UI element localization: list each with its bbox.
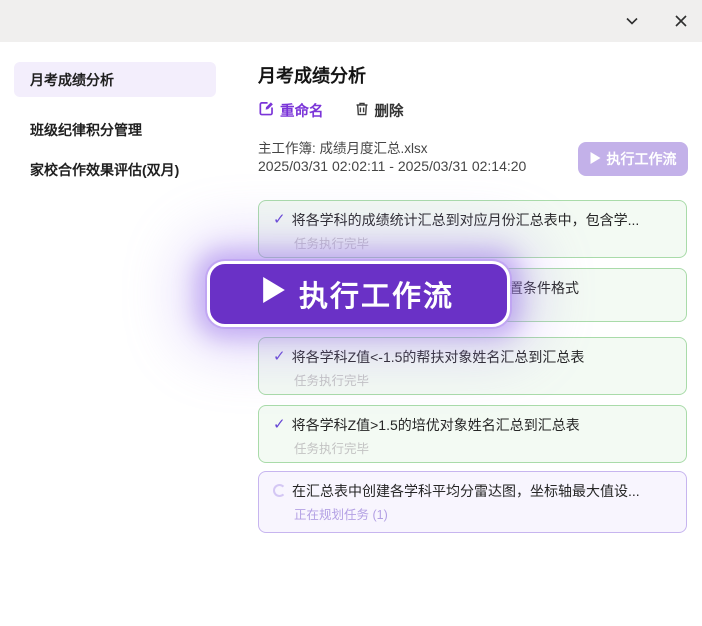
task-status: 任务执行完毕	[294, 233, 672, 252]
run-workflow-overlay-button[interactable]: 执行工作流	[207, 261, 510, 327]
sidebar-item-class-discipline-points[interactable]: 班级纪律积分管理	[14, 112, 216, 147]
rename-button[interactable]: 重命名	[258, 100, 324, 121]
task-label: 将各学科Z值<-1.5的帮扶对象姓名汇总到汇总表	[292, 348, 585, 367]
main-workbook-label: 主工作簿: 成绩月度汇总.xlsx	[258, 137, 428, 157]
task-card-4[interactable]: ✓ 将各学科Z值>1.5的培优对象姓名汇总到汇总表 任务执行完毕	[258, 405, 687, 463]
play-icon	[590, 151, 601, 167]
task-label: 在汇总表中创建各学科平均分雷达图，坐标轴最大值设...	[292, 482, 640, 501]
delete-label: 删除	[375, 100, 404, 121]
task-status: 正在规划任务 (1)	[294, 504, 672, 523]
sidebar-item-label: 月考成绩分析	[30, 70, 114, 90]
titlebar	[0, 0, 702, 42]
rename-label: 重命名	[280, 100, 324, 121]
check-icon: ✓	[273, 348, 286, 366]
close-icon	[673, 13, 689, 32]
edit-icon	[258, 100, 275, 121]
run-workflow-label: 执行工作流	[607, 149, 677, 169]
sidebar-item-home-school-evaluation[interactable]: 家校合作效果评估(双月)	[14, 152, 216, 187]
time-range-label: 2025/03/31 02:02:11 - 2025/03/31 02:14:2…	[258, 158, 526, 174]
run-workflow-button[interactable]: 执行工作流	[578, 142, 688, 176]
action-bar: 重命名 删除	[258, 100, 404, 121]
close-button[interactable]	[668, 9, 694, 35]
play-icon	[263, 277, 285, 311]
run-workflow-overlay-label: 执行工作流	[299, 273, 454, 315]
task-status: 任务执行完毕	[294, 438, 672, 457]
sidebar-item-monthly-score-analysis[interactable]: 月考成绩分析	[14, 62, 216, 97]
trash-icon	[354, 101, 370, 121]
sidebar-item-label: 班级纪律积分管理	[30, 120, 142, 140]
page-title: 月考成绩分析	[258, 62, 366, 88]
sidebar: 月考成绩分析 班级纪律积分管理 家校合作效果评估(双月)	[0, 42, 240, 626]
delete-button[interactable]: 删除	[354, 100, 404, 121]
main-content: 月考成绩分析 重命名 删除	[240, 42, 702, 626]
spinner-icon	[273, 484, 286, 497]
task-label: 将各学科的成绩统计汇总到对应月份汇总表中，包含学...	[292, 211, 640, 230]
task-label: 置条件格式	[509, 279, 579, 298]
task-card-3[interactable]: ✓ 将各学科Z值<-1.5的帮扶对象姓名汇总到汇总表 任务执行完毕	[258, 337, 687, 395]
task-status: 任务执行完毕	[294, 370, 672, 389]
task-card-1[interactable]: ✓ 将各学科的成绩统计汇总到对应月份汇总表中，包含学... 任务执行完毕	[258, 200, 687, 258]
collapse-button[interactable]	[619, 9, 645, 35]
workflow-panel: 月考成绩分析 班级纪律积分管理 家校合作效果评估(双月) 月考成绩分析 重命名	[0, 0, 702, 626]
sidebar-item-label: 家校合作效果评估(双月)	[30, 160, 179, 180]
task-card-5[interactable]: 在汇总表中创建各学科平均分雷达图，坐标轴最大值设... 正在规划任务 (1)	[258, 471, 687, 533]
check-icon: ✓	[273, 416, 286, 434]
check-icon: ✓	[273, 211, 286, 229]
task-label: 将各学科Z值>1.5的培优对象姓名汇总到汇总表	[292, 416, 580, 435]
chevron-down-icon	[623, 12, 641, 33]
